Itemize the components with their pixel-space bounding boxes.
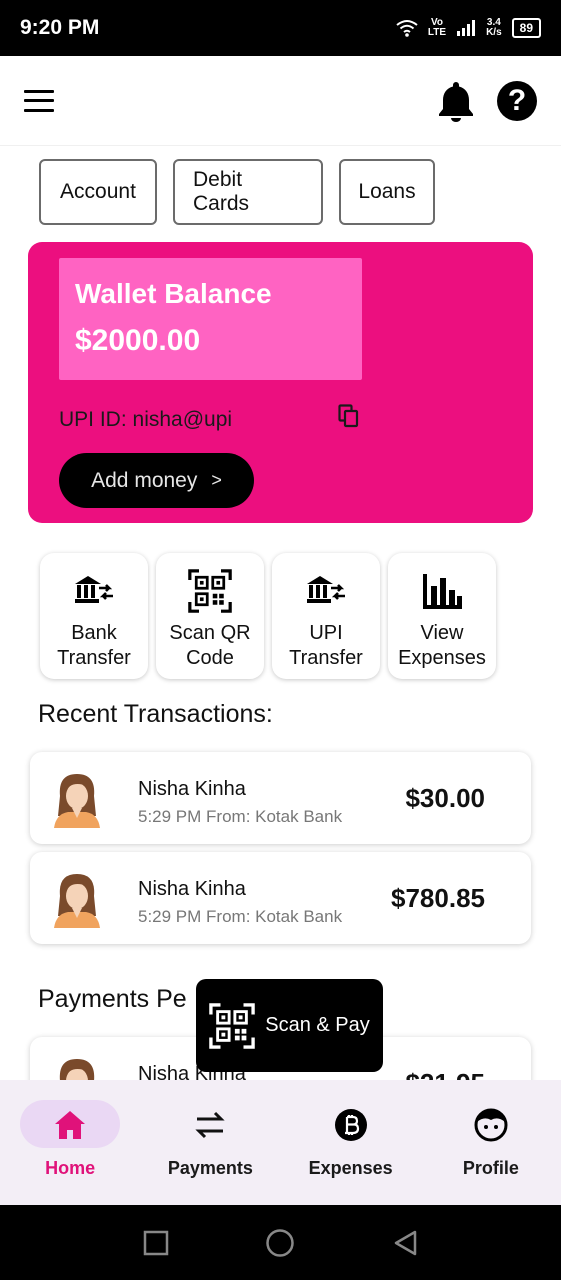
recents-icon[interactable] [143, 1230, 169, 1256]
help-icon[interactable]: ? [497, 80, 537, 121]
add-money-label: Add money [91, 468, 198, 492]
status-indicators: Vo LTE 3.4 K/s 89 [396, 18, 541, 38]
scan-and-pay-button[interactable]: Scan & Pay [196, 979, 383, 1072]
bank-transfer-icon [304, 569, 348, 613]
avatar [50, 768, 104, 828]
bank-transfer-icon [72, 569, 116, 613]
recent-transactions-title: Recent Transactions: [38, 700, 273, 728]
network-speed: 3.4 K/s [486, 17, 502, 38]
wallet-title: Wallet Balance [75, 278, 272, 309]
transaction-row[interactable]: Nisha Kinha 5:29 PM From: Kotak Bank $78… [30, 852, 531, 944]
tab-loans[interactable]: Loans [339, 159, 435, 225]
quick-actions: Bank Transfer Scan QR Code UPI Transfer … [40, 553, 496, 679]
transaction-subtitle: 5:29 PM From: Kotak Bank [138, 807, 343, 826]
back-icon[interactable] [392, 1229, 418, 1257]
wallet-card: Wallet Balance $2000.00 UPI ID: nisha@up… [28, 242, 533, 523]
nav-home[interactable]: Home [0, 1080, 140, 1205]
transaction-row[interactable]: Nisha Kinha 5:29 PM From: Kotak Bank $30… [30, 752, 531, 844]
bank-transfer-label: Bank Transfer [57, 622, 131, 669]
tab-debit-cards[interactable]: Debit Cards [173, 159, 323, 225]
bank-transfer-button[interactable]: Bank Transfer [40, 553, 148, 679]
nav-profile-label: Profile [462, 1158, 519, 1178]
transfer-arrows-icon [195, 1111, 225, 1139]
copy-icon[interactable] [338, 404, 360, 428]
upi-transfer-button[interactable]: UPI Transfer [272, 553, 380, 679]
nav-payments[interactable]: Payments [140, 1080, 280, 1205]
payments-pending-title: Payments Pe [38, 985, 187, 1013]
hamburger-icon[interactable] [24, 89, 54, 112]
bottom-nav: Home Payments Expenses Profile [0, 1080, 561, 1205]
scan-qr-label: Scan QR Code [169, 622, 251, 669]
view-expenses-button[interactable]: View Expenses [388, 553, 496, 679]
chevron-right-icon: > [211, 470, 222, 490]
view-expenses-label: View Expenses [398, 622, 486, 669]
upi-id: UPI ID: nisha@upi [59, 408, 233, 431]
wallet-amount: $2000.00 [75, 324, 201, 357]
profile-face-icon [474, 1108, 508, 1142]
status-bar: 9:20 PM Vo LTE 3.4 K/s 89 [0, 0, 561, 56]
nav-payments-label: Payments [167, 1158, 253, 1178]
system-nav-bar [0, 1205, 561, 1280]
nav-home-label: Home [45, 1158, 96, 1178]
home-icon [55, 1111, 86, 1139]
nav-expenses-label: Expenses [308, 1158, 393, 1178]
avatar [50, 868, 104, 928]
transaction-name: Nisha Kinha [138, 778, 246, 800]
qr-scan-icon [209, 1002, 255, 1049]
header-actions: ? [437, 80, 537, 122]
transaction-name: Nisha Kinha [138, 878, 246, 900]
nav-profile[interactable]: Profile [421, 1080, 561, 1205]
transaction-subtitle: 5:29 PM From: Kotak Bank [138, 907, 343, 926]
battery-indicator: 89 [511, 18, 541, 38]
home-circle-icon[interactable] [265, 1228, 295, 1258]
scan-and-pay-label: Scan & Pay [265, 1014, 370, 1036]
wifi-icon [396, 20, 418, 37]
bell-icon[interactable] [437, 80, 475, 122]
scan-qr-button[interactable]: Scan QR Code [156, 553, 264, 679]
add-money-button[interactable]: Add money > [59, 453, 254, 508]
account-tabs: Account Debit Cards Loans [39, 159, 435, 225]
qr-code-icon [188, 569, 232, 613]
transaction-amount: $30.00 [405, 782, 485, 813]
bitcoin-icon [334, 1109, 367, 1141]
transaction-amount: $780.85 [391, 882, 485, 913]
network-type: Vo LTE [427, 17, 447, 38]
nav-expenses[interactable]: Expenses [281, 1080, 421, 1205]
wallet-balance-box: Wallet Balance $2000.00 [59, 258, 362, 380]
upi-transfer-label: UPI Transfer [289, 622, 363, 669]
tab-account[interactable]: Account [39, 159, 157, 225]
app-header: ? [0, 56, 561, 146]
status-time: 9:20 PM [20, 16, 100, 39]
bar-chart-icon [420, 569, 464, 613]
signal-icon [457, 20, 476, 36]
